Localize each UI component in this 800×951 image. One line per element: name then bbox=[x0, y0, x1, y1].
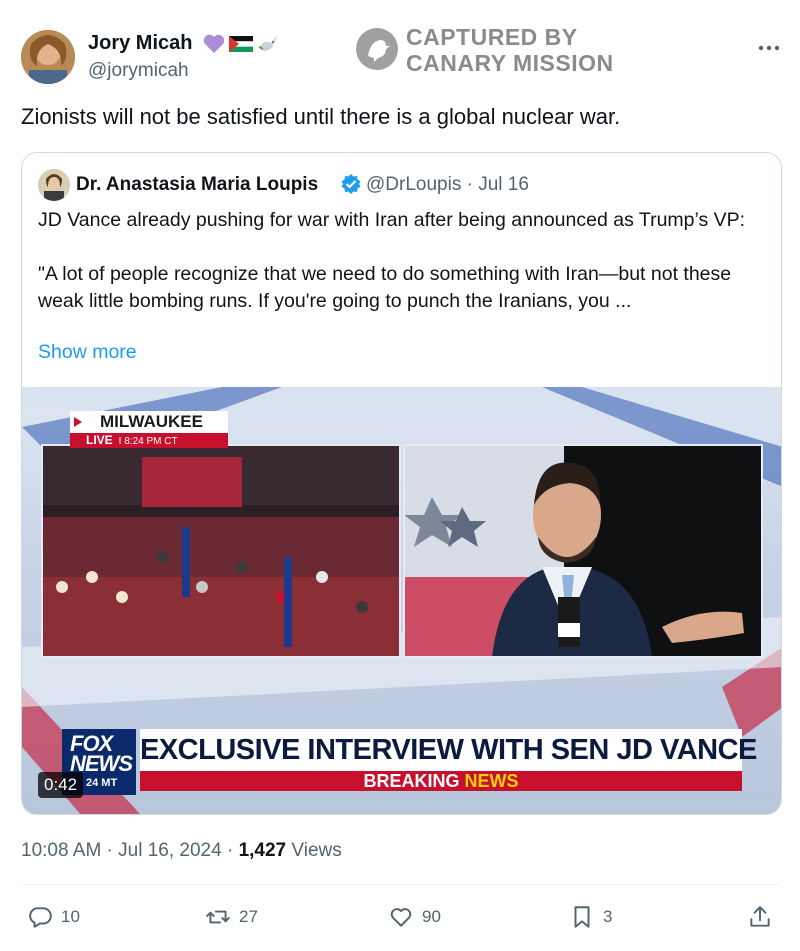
display-name-emojis bbox=[203, 33, 281, 55]
bookmark-button[interactable]: 3 bbox=[569, 902, 612, 932]
quoted-tweet-card[interactable]: Dr. Anastasia Maria Loupis @DrLoupis · J… bbox=[21, 152, 782, 815]
heart-icon bbox=[390, 908, 412, 927]
palestine-flag-icon bbox=[229, 36, 253, 52]
live-time: I 8:24 PM CT bbox=[118, 436, 178, 447]
verified-badge-icon bbox=[340, 173, 362, 200]
location-arrow-icon bbox=[74, 417, 82, 427]
tweet-text: Zionists will not be satisfied until the… bbox=[21, 104, 621, 129]
like-count: 90 bbox=[422, 907, 441, 926]
share-icon bbox=[750, 906, 770, 927]
bookmark-icon bbox=[574, 906, 590, 928]
breaking-news-banner: BREAKING NEWS bbox=[140, 771, 742, 791]
news-headline: EXCLUSIVE INTERVIEW WITH SEN JD VANCE bbox=[140, 729, 757, 771]
quote-text: JD Vance already pushing for war with Ir… bbox=[38, 207, 768, 315]
tweet-timestamp: 10:08 AM · Jul 16, 2024 · 1,427 Views bbox=[21, 840, 342, 862]
quote-handle-date: @DrLoupis · Jul 16 bbox=[366, 174, 529, 195]
canary-logo-icon bbox=[356, 28, 398, 70]
quote-header: Dr. Anastasia Maria Loupis @DrLoupis · J… bbox=[38, 169, 765, 201]
action-bar: 10 27 90 3 bbox=[21, 902, 781, 932]
quote-author-avatar bbox=[38, 169, 70, 201]
views-count: 1,427 bbox=[238, 840, 287, 861]
reply-icon bbox=[29, 907, 52, 928]
fox-logo-line-3: 24 MT bbox=[86, 777, 118, 789]
repost-button[interactable]: 27 bbox=[205, 902, 258, 932]
author-name[interactable]: Jory Micah bbox=[88, 32, 192, 55]
author-avatar[interactable] bbox=[21, 30, 75, 84]
share-button[interactable] bbox=[747, 902, 773, 932]
video-duration: 0:42 bbox=[38, 772, 84, 798]
watermark-line-1: CAPTURED BY bbox=[406, 24, 578, 50]
dove-icon bbox=[258, 35, 277, 51]
divider bbox=[21, 884, 780, 885]
like-button[interactable]: 90 bbox=[388, 902, 441, 932]
author-handle[interactable]: @jorymicah bbox=[88, 60, 189, 82]
purple-heart-icon bbox=[203, 34, 225, 53]
show-more-link[interactable]: Show more bbox=[38, 341, 137, 364]
breaking-news-label: NEWS bbox=[464, 771, 519, 791]
location-label: MILWAUKEE bbox=[70, 411, 228, 433]
news-lower-third: FOX NEWS 24 MT EXCLUSIVE INTERVIEW WITH … bbox=[62, 723, 757, 795]
bookmark-count: 3 bbox=[603, 907, 613, 926]
more-options-button[interactable] bbox=[758, 34, 780, 57]
repost-icon bbox=[206, 910, 230, 924]
live-label: LIVE bbox=[86, 433, 113, 447]
quote-paragraph-2: "A lot of people recognize that we need … bbox=[38, 263, 732, 312]
timestamp-text[interactable]: 10:08 AM · Jul 16, 2024 · bbox=[21, 840, 239, 861]
quote-author-name: Dr. Anastasia Maria Loupis bbox=[76, 174, 319, 195]
live-indicator: LIVE I 8:24 PM CT bbox=[70, 433, 228, 448]
breaking-label: BREAKING bbox=[363, 771, 465, 791]
reply-count: 10 bbox=[61, 907, 80, 926]
watermark-line-2: CANARY MISSION bbox=[406, 50, 614, 76]
canary-mission-watermark: CAPTURED BY CANARY MISSION bbox=[356, 24, 656, 78]
video-player[interactable]: MILWAUKEE LIVE I 8:24 PM CT FOX NEWS 24 M… bbox=[22, 387, 781, 814]
views-label: Views bbox=[286, 840, 342, 861]
repost-count: 27 bbox=[239, 907, 258, 926]
reply-button[interactable]: 10 bbox=[27, 902, 80, 932]
ellipsis-icon bbox=[758, 45, 780, 51]
quote-paragraph-1: JD Vance already pushing for war with Ir… bbox=[38, 209, 746, 231]
